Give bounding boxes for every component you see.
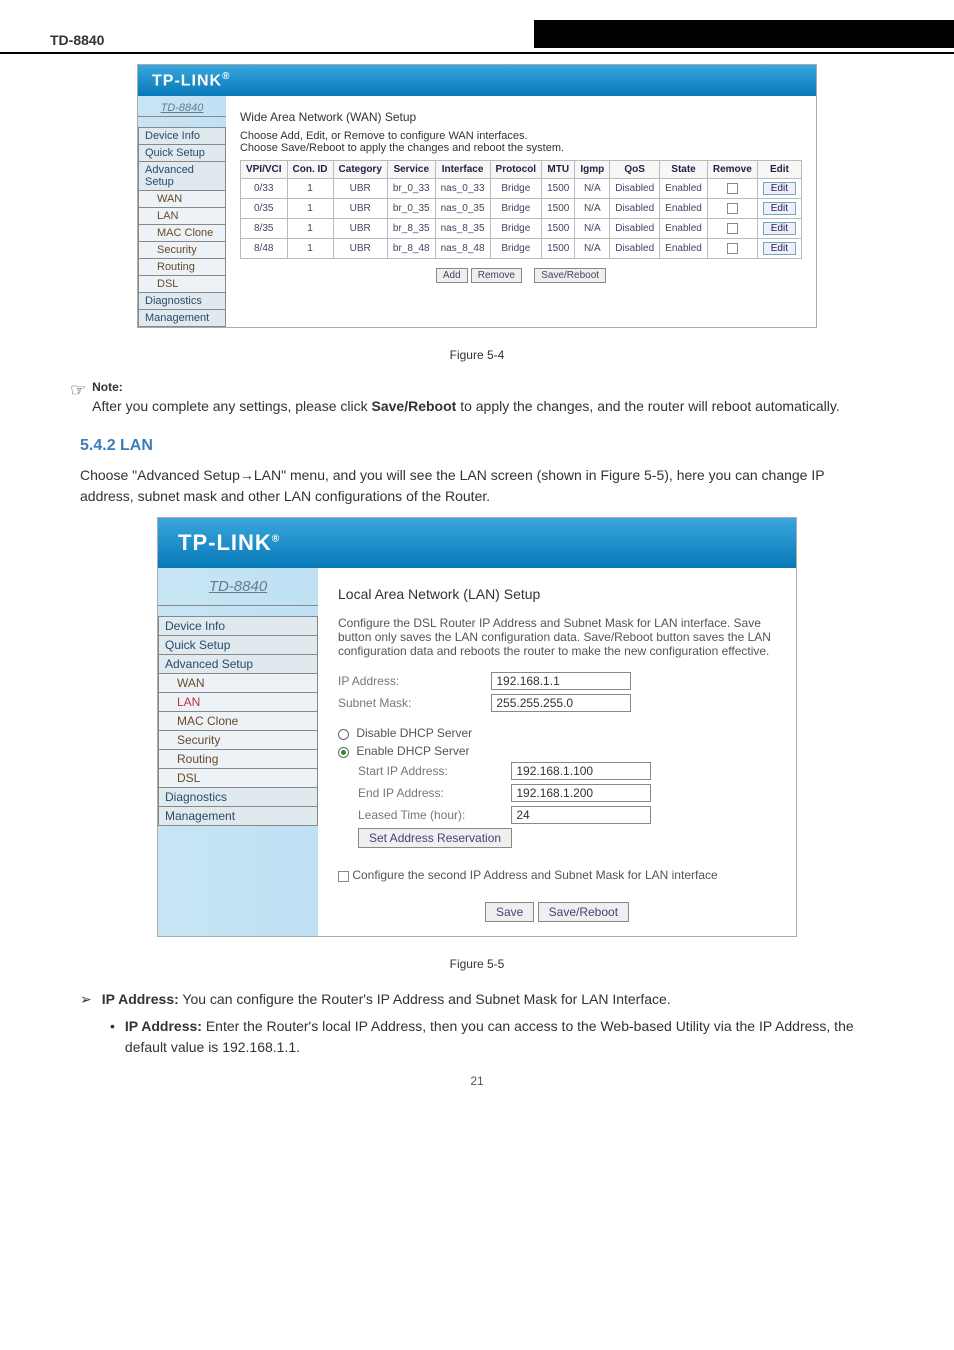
figure-caption-1: Figure 5-4: [0, 348, 954, 362]
menu-wan[interactable]: WAN: [158, 673, 318, 692]
doc-model: TD-8840: [50, 32, 104, 48]
wan-main-panel: Wide Area Network (WAN) Setup Choose Add…: [226, 96, 816, 327]
edit-button[interactable]: Edit: [763, 202, 796, 215]
tp-brand-band: TP-LINK®: [138, 65, 816, 96]
bullet-text: IP Address: You can configure the Router…: [102, 989, 671, 1010]
edit-button[interactable]: Edit: [763, 242, 796, 255]
start-ip-input[interactable]: 192.168.1.100: [511, 762, 651, 780]
dhcp-disable-radio[interactable]: [338, 729, 349, 740]
menu-security[interactable]: Security: [138, 241, 226, 258]
lan-desc: Configure the DSL Router IP Address and …: [338, 616, 776, 658]
model-label: TD-8840: [158, 568, 318, 606]
menu-advanced[interactable]: Advanced Setup: [158, 654, 318, 673]
wan-table-header: VPI/VCI Con. ID Category Service Interfa…: [240, 161, 801, 179]
second-ip-label: Configure the second IP Address and Subn…: [352, 868, 717, 882]
wan-desc1: Choose Add, Edit, or Remove to configure…: [240, 130, 802, 142]
menu-lan[interactable]: LAN: [158, 692, 318, 711]
menu-routing[interactable]: Routing: [158, 749, 318, 768]
save-reboot-button[interactable]: Save/Reboot: [534, 268, 606, 283]
figure-caption-2: Figure 5-5: [0, 957, 954, 971]
remove-checkbox[interactable]: [727, 223, 738, 234]
table-row: 8/48 1 UBR br_8_48 nas_8_48 Bridge 1500 …: [240, 239, 801, 259]
lease-time-label: Leased Time (hour):: [358, 808, 508, 822]
dhcp-enable-label: Enable DHCP Server: [356, 744, 469, 758]
dhcp-enable-radio[interactable]: [338, 747, 349, 758]
table-row: 0/35 1 UBR br_0_35 nas_0_35 Bridge 1500 …: [240, 199, 801, 219]
edit-button[interactable]: Edit: [763, 182, 796, 195]
note-text: After you complete any settings, please …: [92, 396, 840, 417]
subnet-mask-input[interactable]: 255.255.255.0: [491, 694, 631, 712]
menu-device-info[interactable]: Device Info: [138, 127, 226, 144]
ip-address-label: IP Address:: [338, 674, 488, 688]
sidebar-nav: TD-8840 Device Info Quick Setup Advanced…: [138, 96, 226, 327]
tp-brand-band: TP-LINK®: [158, 518, 796, 568]
menu-diagnostics[interactable]: Diagnostics: [158, 787, 318, 806]
second-ip-checkbox[interactable]: [338, 871, 349, 882]
menu-security[interactable]: Security: [158, 730, 318, 749]
section-heading: 5.4.2 LAN: [80, 437, 874, 455]
end-ip-input[interactable]: 192.168.1.200: [511, 784, 651, 802]
wan-setup-screenshot: TP-LINK® TD-8840 Device Info Quick Setup…: [137, 64, 817, 328]
end-ip-label: End IP Address:: [358, 786, 508, 800]
menu-dsl[interactable]: DSL: [158, 768, 318, 787]
menu-mac-clone[interactable]: MAC Clone: [158, 711, 318, 730]
remove-checkbox[interactable]: [727, 183, 738, 194]
sidebar-nav: TD-8840 Device Info Quick Setup Advanced…: [158, 568, 318, 936]
model-label: TD-8840: [138, 96, 226, 117]
dhcp-disable-label: Disable DHCP Server: [356, 726, 472, 740]
menu-management[interactable]: Management: [158, 806, 318, 826]
menu-management[interactable]: Management: [138, 309, 226, 327]
menu-device-info[interactable]: Device Info: [158, 616, 318, 635]
section-intro: Choose "Advanced Setup→LAN" menu, and yo…: [80, 465, 874, 507]
menu-mac-clone[interactable]: MAC Clone: [138, 224, 226, 241]
edit-button[interactable]: Edit: [763, 222, 796, 235]
remove-checkbox[interactable]: [727, 203, 738, 214]
save-reboot-button[interactable]: Save/Reboot: [538, 902, 629, 922]
brand-text: TP-LINK: [178, 530, 272, 555]
bullet-icon: •: [110, 1016, 115, 1037]
menu-lan[interactable]: LAN: [138, 207, 226, 224]
add-button[interactable]: Add: [436, 268, 468, 283]
menu-advanced[interactable]: Advanced Setup: [138, 161, 226, 190]
subnet-mask-label: Subnet Mask:: [338, 696, 488, 710]
lan-title: Local Area Network (LAN) Setup: [338, 586, 776, 602]
lan-main-panel: Local Area Network (LAN) Setup Configure…: [318, 568, 796, 936]
wan-table: VPI/VCI Con. ID Category Service Interfa…: [240, 160, 802, 259]
menu-routing[interactable]: Routing: [138, 258, 226, 275]
wan-desc2: Choose Save/Reboot to apply the changes …: [240, 142, 802, 154]
lease-time-input[interactable]: 24: [511, 806, 651, 824]
header-blackout: [534, 20, 954, 48]
menu-diagnostics[interactable]: Diagnostics: [138, 292, 226, 309]
table-row: 0/33 1 UBR br_0_33 nas_0_33 Bridge 1500 …: [240, 179, 801, 199]
menu-wan[interactable]: WAN: [138, 190, 226, 207]
menu-quick-setup[interactable]: Quick Setup: [158, 635, 318, 654]
lan-setup-screenshot: TP-LINK® TD-8840 Device Info Quick Setup…: [157, 517, 797, 937]
page-number: 21: [0, 1074, 954, 1088]
remove-button[interactable]: Remove: [471, 268, 522, 283]
ip-address-input[interactable]: 192.168.1.1: [491, 672, 631, 690]
note-label: Note:: [92, 380, 840, 394]
bullet-text: IP Address: Enter the Router's local IP …: [125, 1016, 874, 1058]
start-ip-label: Start IP Address:: [358, 764, 508, 778]
save-button[interactable]: Save: [485, 902, 534, 922]
set-address-reservation-button[interactable]: Set Address Reservation: [358, 828, 512, 848]
bullet-icon: ➢: [80, 989, 92, 1010]
brand-text: TP-LINK: [152, 72, 222, 89]
wan-title: Wide Area Network (WAN) Setup: [240, 110, 802, 124]
remove-checkbox[interactable]: [727, 243, 738, 254]
menu-quick-setup[interactable]: Quick Setup: [138, 144, 226, 161]
note-icon: ☞: [70, 380, 86, 401]
table-row: 8/35 1 UBR br_8_35 nas_8_35 Bridge 1500 …: [240, 219, 801, 239]
menu-dsl[interactable]: DSL: [138, 275, 226, 292]
